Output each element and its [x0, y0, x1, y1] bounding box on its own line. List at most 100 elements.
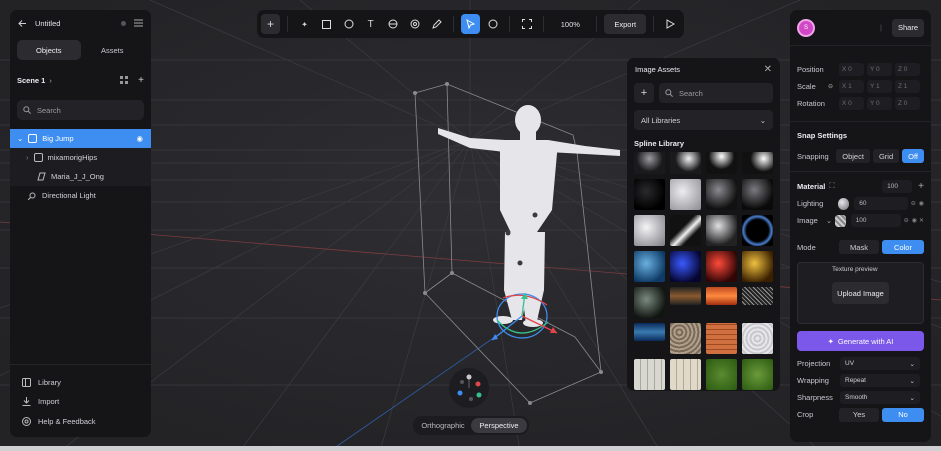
snap-grid-button[interactable]: Grid — [872, 149, 900, 163]
visibility-eye-icon[interactable]: ◉ — [136, 134, 143, 143]
asset-search[interactable]: Search — [659, 83, 773, 103]
tree-item-mixamorighips[interactable]: › mixamorigHips — [10, 148, 151, 167]
position-x-input[interactable]: X 0 — [839, 63, 864, 76]
chevron-right-icon[interactable]: › — [49, 76, 52, 85]
crop-no-button[interactable]: No — [882, 407, 924, 422]
rectangle-tool-button[interactable] — [317, 14, 336, 34]
scale-x-input[interactable]: X 1 — [839, 80, 864, 93]
image-opacity-input[interactable]: 100 — [850, 214, 901, 227]
matcap-thumb[interactable] — [634, 251, 665, 282]
comment-tool-button[interactable] — [483, 14, 502, 34]
texture-thumb[interactable] — [706, 359, 737, 390]
eye-icon[interactable]: ◉ — [912, 217, 917, 224]
matcap-thumb[interactable] — [742, 179, 773, 210]
matcap-thumb[interactable] — [706, 179, 737, 210]
ellipse-tool-button[interactable] — [339, 14, 358, 34]
position-y-input[interactable]: Y 0 — [867, 63, 892, 76]
sphere-tool-button[interactable] — [405, 14, 424, 34]
matcap-thumb[interactable] — [670, 152, 701, 174]
image-swatch[interactable] — [834, 214, 846, 227]
matcap-thumb[interactable] — [634, 215, 665, 246]
crop-yes-button[interactable]: Yes — [839, 407, 879, 422]
scale-z-input[interactable]: Z 1 — [895, 80, 920, 93]
chevron-down-icon[interactable]: ⌄ — [17, 134, 23, 143]
lock-icon[interactable]: ⊖ — [828, 83, 839, 90]
texture-thumb[interactable] — [670, 323, 701, 354]
texture-thumb[interactable] — [742, 287, 773, 305]
position-z-input[interactable]: Z 0 — [895, 63, 920, 76]
generate-ai-button[interactable]: ✦ Generate with AI — [797, 331, 924, 351]
navigation-gizmo[interactable] — [449, 368, 489, 408]
tree-item-maria[interactable]: Maria_J_J_Ong — [10, 167, 151, 186]
scene-selector[interactable]: Scene 1 — [17, 76, 45, 85]
matcap-thumb[interactable] — [706, 215, 737, 246]
lock-icon[interactable]: ⊖ — [904, 217, 909, 224]
snap-object-button[interactable]: Object — [836, 149, 870, 163]
matcap-thumb[interactable] — [670, 251, 701, 282]
eye-icon[interactable]: ◉ — [919, 200, 924, 207]
matcap-thumb[interactable] — [634, 287, 665, 318]
texture-thumb[interactable] — [742, 359, 773, 390]
matcap-thumb[interactable] — [742, 215, 773, 246]
matcap-thumb[interactable] — [706, 251, 737, 282]
import-link[interactable]: Import — [10, 392, 151, 412]
rotation-y-input[interactable]: Y 0 — [867, 97, 892, 110]
wrapping-select[interactable]: Repeat ⌄ — [840, 374, 920, 387]
tree-item-big-jump[interactable]: ⌄ Big Jump ◉ — [10, 129, 151, 148]
share-button[interactable]: Share — [891, 18, 924, 37]
shape-tool-button[interactable] — [383, 14, 402, 34]
material-opacity-input[interactable]: 100 — [882, 179, 913, 193]
texture-thumb[interactable] — [706, 323, 737, 354]
export-button[interactable]: Export — [604, 14, 647, 34]
menu-icon[interactable] — [134, 19, 143, 27]
upload-image-button[interactable]: Upload Image — [832, 282, 889, 304]
chevron-right-icon[interactable]: › — [26, 153, 29, 162]
frame-tool-button[interactable] — [517, 14, 536, 34]
texture-thumb[interactable] — [706, 287, 737, 305]
pen-tool-button[interactable] — [427, 14, 446, 34]
grid-view-icon[interactable] — [120, 76, 129, 84]
lock-icon[interactable]: ⊖ — [911, 200, 916, 207]
close-icon[interactable]: ✕ — [764, 64, 772, 75]
zoom-level[interactable]: 100% — [551, 20, 589, 29]
rotation-z-input[interactable]: Z 0 — [895, 97, 920, 110]
texture-thumb[interactable] — [742, 323, 773, 354]
matcap-thumb[interactable] — [706, 152, 737, 174]
matcap-thumb[interactable] — [634, 152, 665, 174]
sharpness-select[interactable]: Smooth ⌄ — [840, 391, 920, 404]
tab-objects[interactable]: Objects — [17, 40, 81, 60]
lighting-swatch[interactable] — [837, 197, 850, 210]
perspective-button[interactable]: Perspective — [471, 418, 527, 433]
lighting-input[interactable]: 60 — [854, 197, 908, 210]
library-select[interactable]: All Libraries ⌄ — [634, 110, 773, 130]
texture-thumb[interactable] — [670, 359, 701, 390]
back-arrow-icon[interactable] — [18, 19, 27, 28]
help-feedback-link[interactable]: Help & Feedback — [10, 412, 151, 432]
mode-color-button[interactable]: Color — [882, 240, 924, 254]
ai-tool-button[interactable]: ✦ — [295, 14, 314, 34]
add-object-button[interactable]: + — [261, 14, 281, 34]
tree-item-directional-light[interactable]: Directional Light — [10, 186, 151, 205]
add-scene-icon[interactable]: + — [138, 75, 144, 86]
library-link[interactable]: Library — [10, 373, 151, 393]
texture-thumb[interactable] — [634, 323, 665, 341]
matcap-thumb[interactable] — [670, 215, 701, 246]
play-button[interactable] — [661, 14, 680, 34]
rotation-x-input[interactable]: X 0 — [839, 97, 864, 110]
chevron-down-icon[interactable]: ⌄ — [826, 216, 835, 225]
snap-off-button[interactable]: Off — [902, 149, 924, 163]
texture-thumb[interactable] — [634, 359, 665, 390]
avatar[interactable]: S — [797, 18, 815, 37]
expand-icon[interactable]: ⛶ — [829, 181, 834, 191]
file-title[interactable]: Untitled — [35, 19, 113, 28]
tab-assets[interactable]: Assets — [81, 40, 145, 60]
text-tool-button[interactable]: T — [361, 14, 380, 34]
matcap-thumb[interactable] — [670, 179, 701, 210]
close-icon[interactable]: ✕ — [919, 217, 924, 224]
select-tool-button[interactable] — [461, 14, 481, 34]
add-layer-icon[interactable]: + — [918, 181, 924, 192]
mode-mask-button[interactable]: Mask — [839, 240, 879, 254]
scale-y-input[interactable]: Y 1 — [867, 80, 892, 93]
object-search[interactable]: Search — [17, 100, 144, 120]
projection-select[interactable]: UV ⌄ — [840, 357, 920, 370]
